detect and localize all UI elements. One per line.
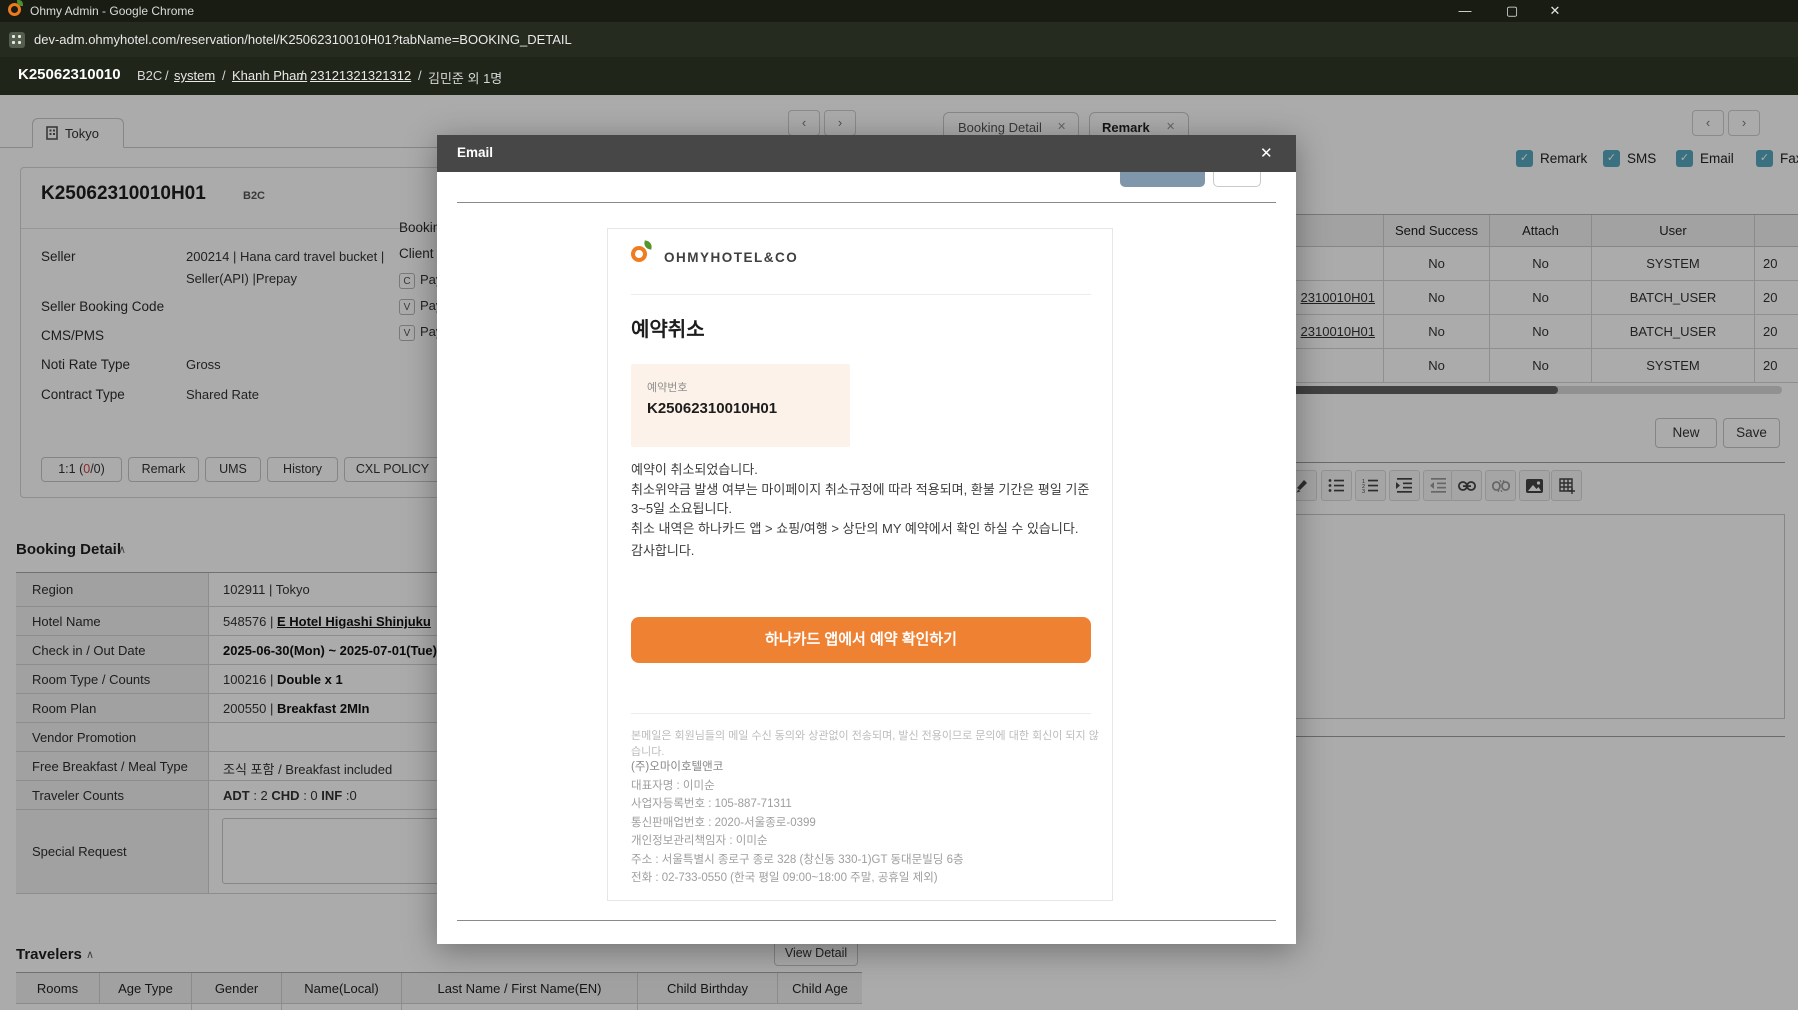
email-modal: Email ✕ OHMYHOTEL&CO 예약취소 예약번호 K25062310… — [437, 135, 1296, 944]
url-text[interactable]: dev-adm.ohmyhotel.com/reservation/hotel/… — [34, 32, 572, 47]
close-window-button[interactable]: ✕ — [1540, 3, 1570, 19]
cta-button[interactable]: 하나카드 앱에서 예약 확인하기 — [631, 617, 1091, 663]
email-thanks: 감사합니다. — [631, 543, 695, 558]
email-disclaimer: 본메일은 회원님들의 메일 수신 동의와 상관없이 전송되며, 발신 전용이므로… — [631, 730, 1099, 758]
email-divider-bottom — [631, 713, 1091, 714]
url-bar[interactable]: dev-adm.ohmyhotel.com/reservation/hotel/… — [0, 22, 1798, 57]
email-body-line2: 취소위약금 발생 여부는 마이페이지 취소규정에 따라 적용되며, 환불 기간은… — [631, 481, 1090, 517]
site-icon — [9, 32, 25, 48]
breadcrumb-link-system[interactable]: system — [174, 68, 215, 83]
company-ceo: 대표자명 : 이미순 — [631, 779, 715, 792]
breadcrumb-sep2: / — [222, 68, 226, 83]
screen: Ohmy Admin - Google Chrome — ▢ ✕ dev-adm… — [0, 0, 1798, 1010]
breadcrumb-sep1: / — [165, 68, 169, 83]
email-modal-header: Email ✕ — [437, 135, 1296, 172]
breadcrumb-link-user[interactable]: Khanh Pham — [232, 68, 307, 83]
minimize-button[interactable]: — — [1450, 3, 1480, 18]
booking-number-box: 예약번호 K25062310010H01 — [631, 364, 850, 447]
brand-wordmark: OHMYHOTEL&CO — [664, 250, 799, 265]
company-privacy-officer: 개인정보관리책임자 : 이미순 — [631, 835, 768, 847]
app-logo-icon — [8, 0, 23, 16]
company-reg-no: 사업자등록번호 : 105-887-71311 — [631, 798, 792, 810]
email-modal-title: Email — [457, 145, 494, 160]
maximize-button[interactable]: ▢ — [1497, 3, 1527, 19]
window-title: Ohmy Admin - Google Chrome — [30, 4, 195, 18]
breadcrumb-sep4: / — [418, 68, 422, 83]
company-phone: 전화 : 02-733-0550 (한국 평일 09:00~18:00 주말, … — [631, 872, 938, 884]
email-divider-top — [631, 294, 1091, 295]
company-sales-no: 통신판매업번호 : 2020-서울종로-0399 — [631, 816, 816, 829]
breadcrumb-booking-number: K25062310010 — [18, 66, 121, 83]
booking-number-label: 예약번호 — [647, 382, 688, 394]
close-modal-icon[interactable]: ✕ — [1260, 144, 1273, 162]
breadcrumb-link-code[interactable]: 23121321321312 — [310, 68, 411, 83]
window-titlebar: Ohmy Admin - Google Chrome — ▢ ✕ — [0, 0, 1798, 22]
modal-bottom-rule — [457, 920, 1276, 921]
breadcrumb-guest: 김민준 외 1명 — [428, 71, 503, 86]
breadcrumb-channel: B2C — [137, 68, 163, 83]
email-preview-card: OHMYHOTEL&CO 예약취소 예약번호 K25062310010H01 예… — [607, 228, 1113, 901]
company-name: (주)오마이호텔앤코 — [631, 761, 724, 773]
breadcrumb: K25062310010 B2C / system / Khanh Pham /… — [0, 57, 1798, 95]
email-heading: 예약취소 — [631, 319, 705, 341]
email-body-line3: 취소 내역은 하나카드 앱 > 쇼핑/여행 > 상단의 MY 예약에서 확인 하… — [631, 520, 1079, 536]
company-address: 주소 : 서울특별시 종로구 종로 328 (창신동 330-1)GT 동대문빌… — [631, 853, 964, 866]
email-body-line1: 예약이 취소되었습니다. — [631, 462, 758, 477]
brand-logo-icon — [631, 240, 653, 262]
email-body-text: 예약이 취소되었습니다. 취소위약금 발생 여부는 마이페이지 취소규정에 따라… — [631, 460, 1093, 538]
booking-number-value: K25062310010H01 — [647, 400, 778, 417]
modal-top-rule — [457, 202, 1276, 203]
email-company-block: (주)오마이호텔앤코 대표자명 : 이미순 사업자등록번호 : 105-887-… — [631, 758, 964, 888]
breadcrumb-sep3: / — [300, 68, 304, 83]
